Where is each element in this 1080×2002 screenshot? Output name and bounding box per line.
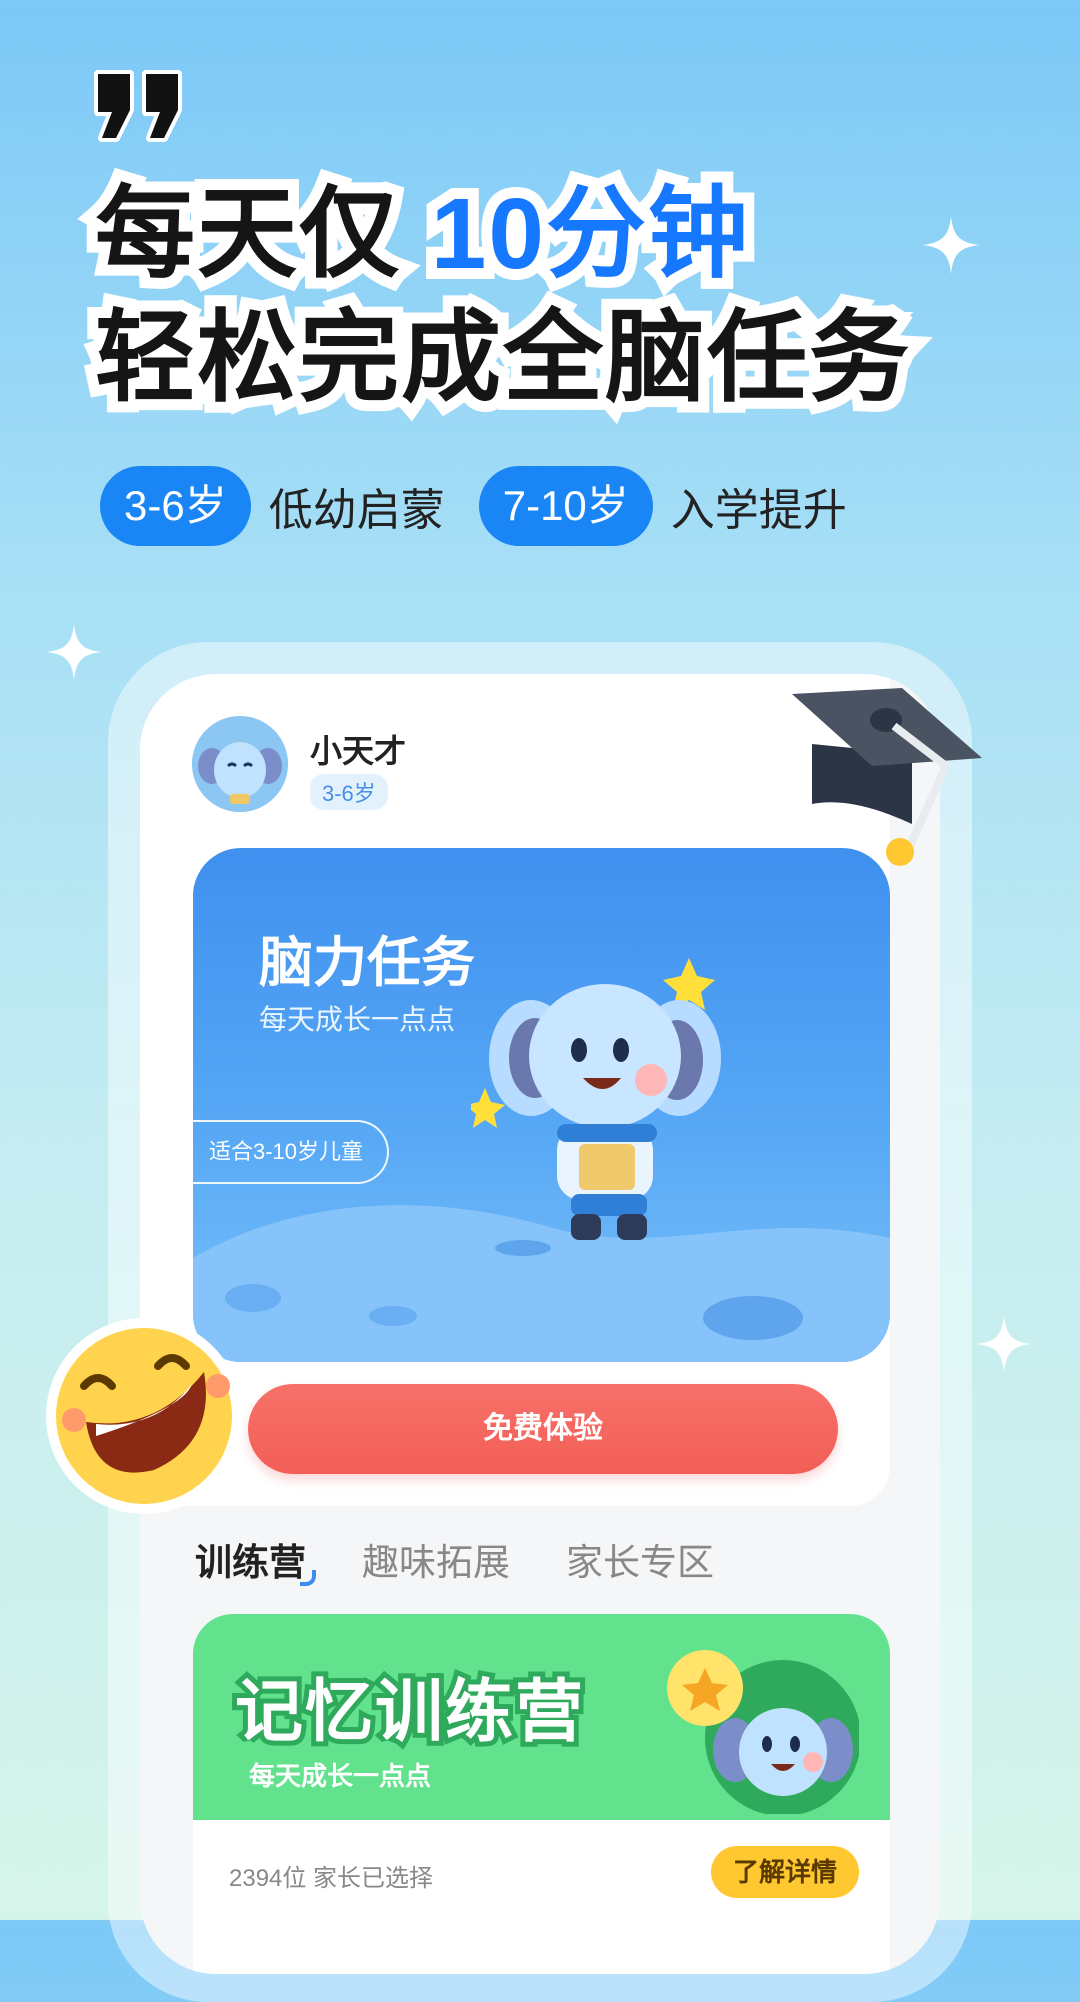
elephant-mascot — [667, 1650, 859, 1814]
tab-label: 趣味拓展 — [362, 1542, 510, 1583]
age-pill-2: 7-10岁 — [478, 466, 653, 546]
tab-label: 训练营 — [195, 1542, 306, 1583]
user-age-badge: 3-6岁 — [310, 774, 388, 810]
home-card: 小天才 3-6岁 脑力任务 每天成长一点点 适合3-10岁儿童 免费体验 — [140, 674, 890, 1506]
tab-label: 家长专区 — [566, 1542, 714, 1583]
quote-icon — [94, 70, 182, 142]
tab-bar: 训练营 趣味拓展 家长专区 — [195, 1532, 770, 1586]
headline: 每天仅 10分钟 轻松完成全脑任务 — [84, 167, 920, 425]
laughing-emoji-icon — [46, 1318, 242, 1514]
elephant-mascot — [471, 958, 721, 1240]
headline-accent: 10分钟 — [420, 167, 759, 301]
tab-training-camp[interactable]: 训练营 — [195, 1532, 316, 1586]
age-tags: 3-6岁 低幼启蒙 7-10岁 入学提升 — [100, 466, 881, 546]
camp-title: 记忆训练营 — [230, 1669, 588, 1755]
camp-card-header: 记忆训练营 每天成长一点点 — [193, 1614, 890, 1820]
sparkle-icon — [976, 1316, 1032, 1372]
banner-title: 脑力任务 — [259, 933, 475, 993]
graduation-cap-icon — [792, 688, 982, 866]
parent-count: 2394位 家长已选择 — [229, 1865, 434, 1892]
sparkle-icon — [922, 216, 980, 274]
tab-fun-extension[interactable]: 趣味拓展 — [362, 1532, 510, 1586]
user-name: 小天才 — [310, 733, 407, 769]
free-trial-button[interactable]: 免费体验 — [248, 1384, 838, 1474]
age-pill-1: 3-6岁 — [100, 466, 251, 546]
memory-camp-card[interactable]: 记忆训练营 每天成长一点点 2394位 家长已选择 了解详情 — [193, 1614, 890, 1974]
tab-active-indicator — [300, 1570, 316, 1586]
camp-subtitle: 每天成长一点点 — [249, 1761, 432, 1791]
avatar[interactable] — [192, 716, 288, 812]
headline-prefix: 每天仅 — [84, 167, 410, 301]
elephant-mascot — [192, 716, 288, 812]
learn-more-button[interactable]: 了解详情 — [711, 1846, 859, 1898]
banner-subtitle: 每天成长一点点 — [259, 1004, 456, 1035]
tab-parent-zone[interactable]: 家长专区 — [566, 1532, 714, 1586]
age-tag-text-2: 入学提升 — [670, 486, 847, 535]
age-range-badge: 适合3-10岁儿童 — [193, 1120, 389, 1184]
sparkle-icon — [46, 624, 102, 680]
headline-line-1: 每天仅 10分钟 — [84, 167, 911, 301]
brain-task-banner[interactable]: 脑力任务 每天成长一点点 适合3-10岁儿童 — [193, 848, 890, 1362]
headline-line-2: 轻松完成全脑任务 — [84, 291, 920, 425]
age-tag-text-1: 低幼启蒙 — [268, 486, 445, 535]
